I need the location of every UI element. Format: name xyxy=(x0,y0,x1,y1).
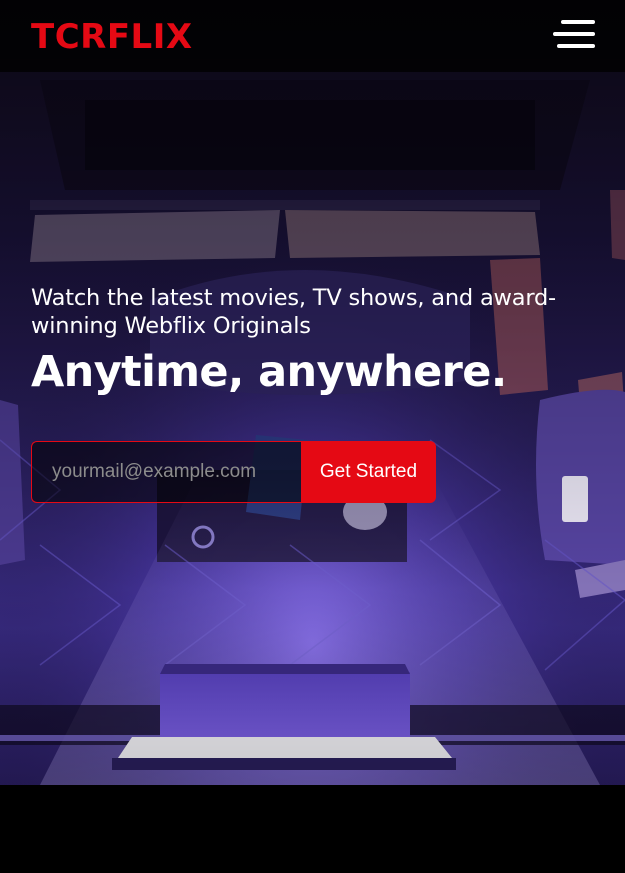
email-input[interactable] xyxy=(31,441,302,503)
page-footer-area xyxy=(0,785,625,873)
top-navbar: TCRFLIX xyxy=(0,0,625,72)
hero-tagline: Watch the latest movies, TV shows, and a… xyxy=(31,285,556,339)
menu-line-middle xyxy=(553,32,595,36)
menu-line-bottom xyxy=(557,44,595,48)
brand-logo[interactable]: TCRFLIX xyxy=(31,17,193,57)
menu-line-top xyxy=(561,20,595,24)
hamburger-menu-icon[interactable] xyxy=(553,20,595,52)
get-started-button[interactable]: Get Started xyxy=(301,441,436,503)
hero-headline: Anytime, anywhere. xyxy=(31,347,507,397)
signup-form: Get Started xyxy=(31,441,436,503)
